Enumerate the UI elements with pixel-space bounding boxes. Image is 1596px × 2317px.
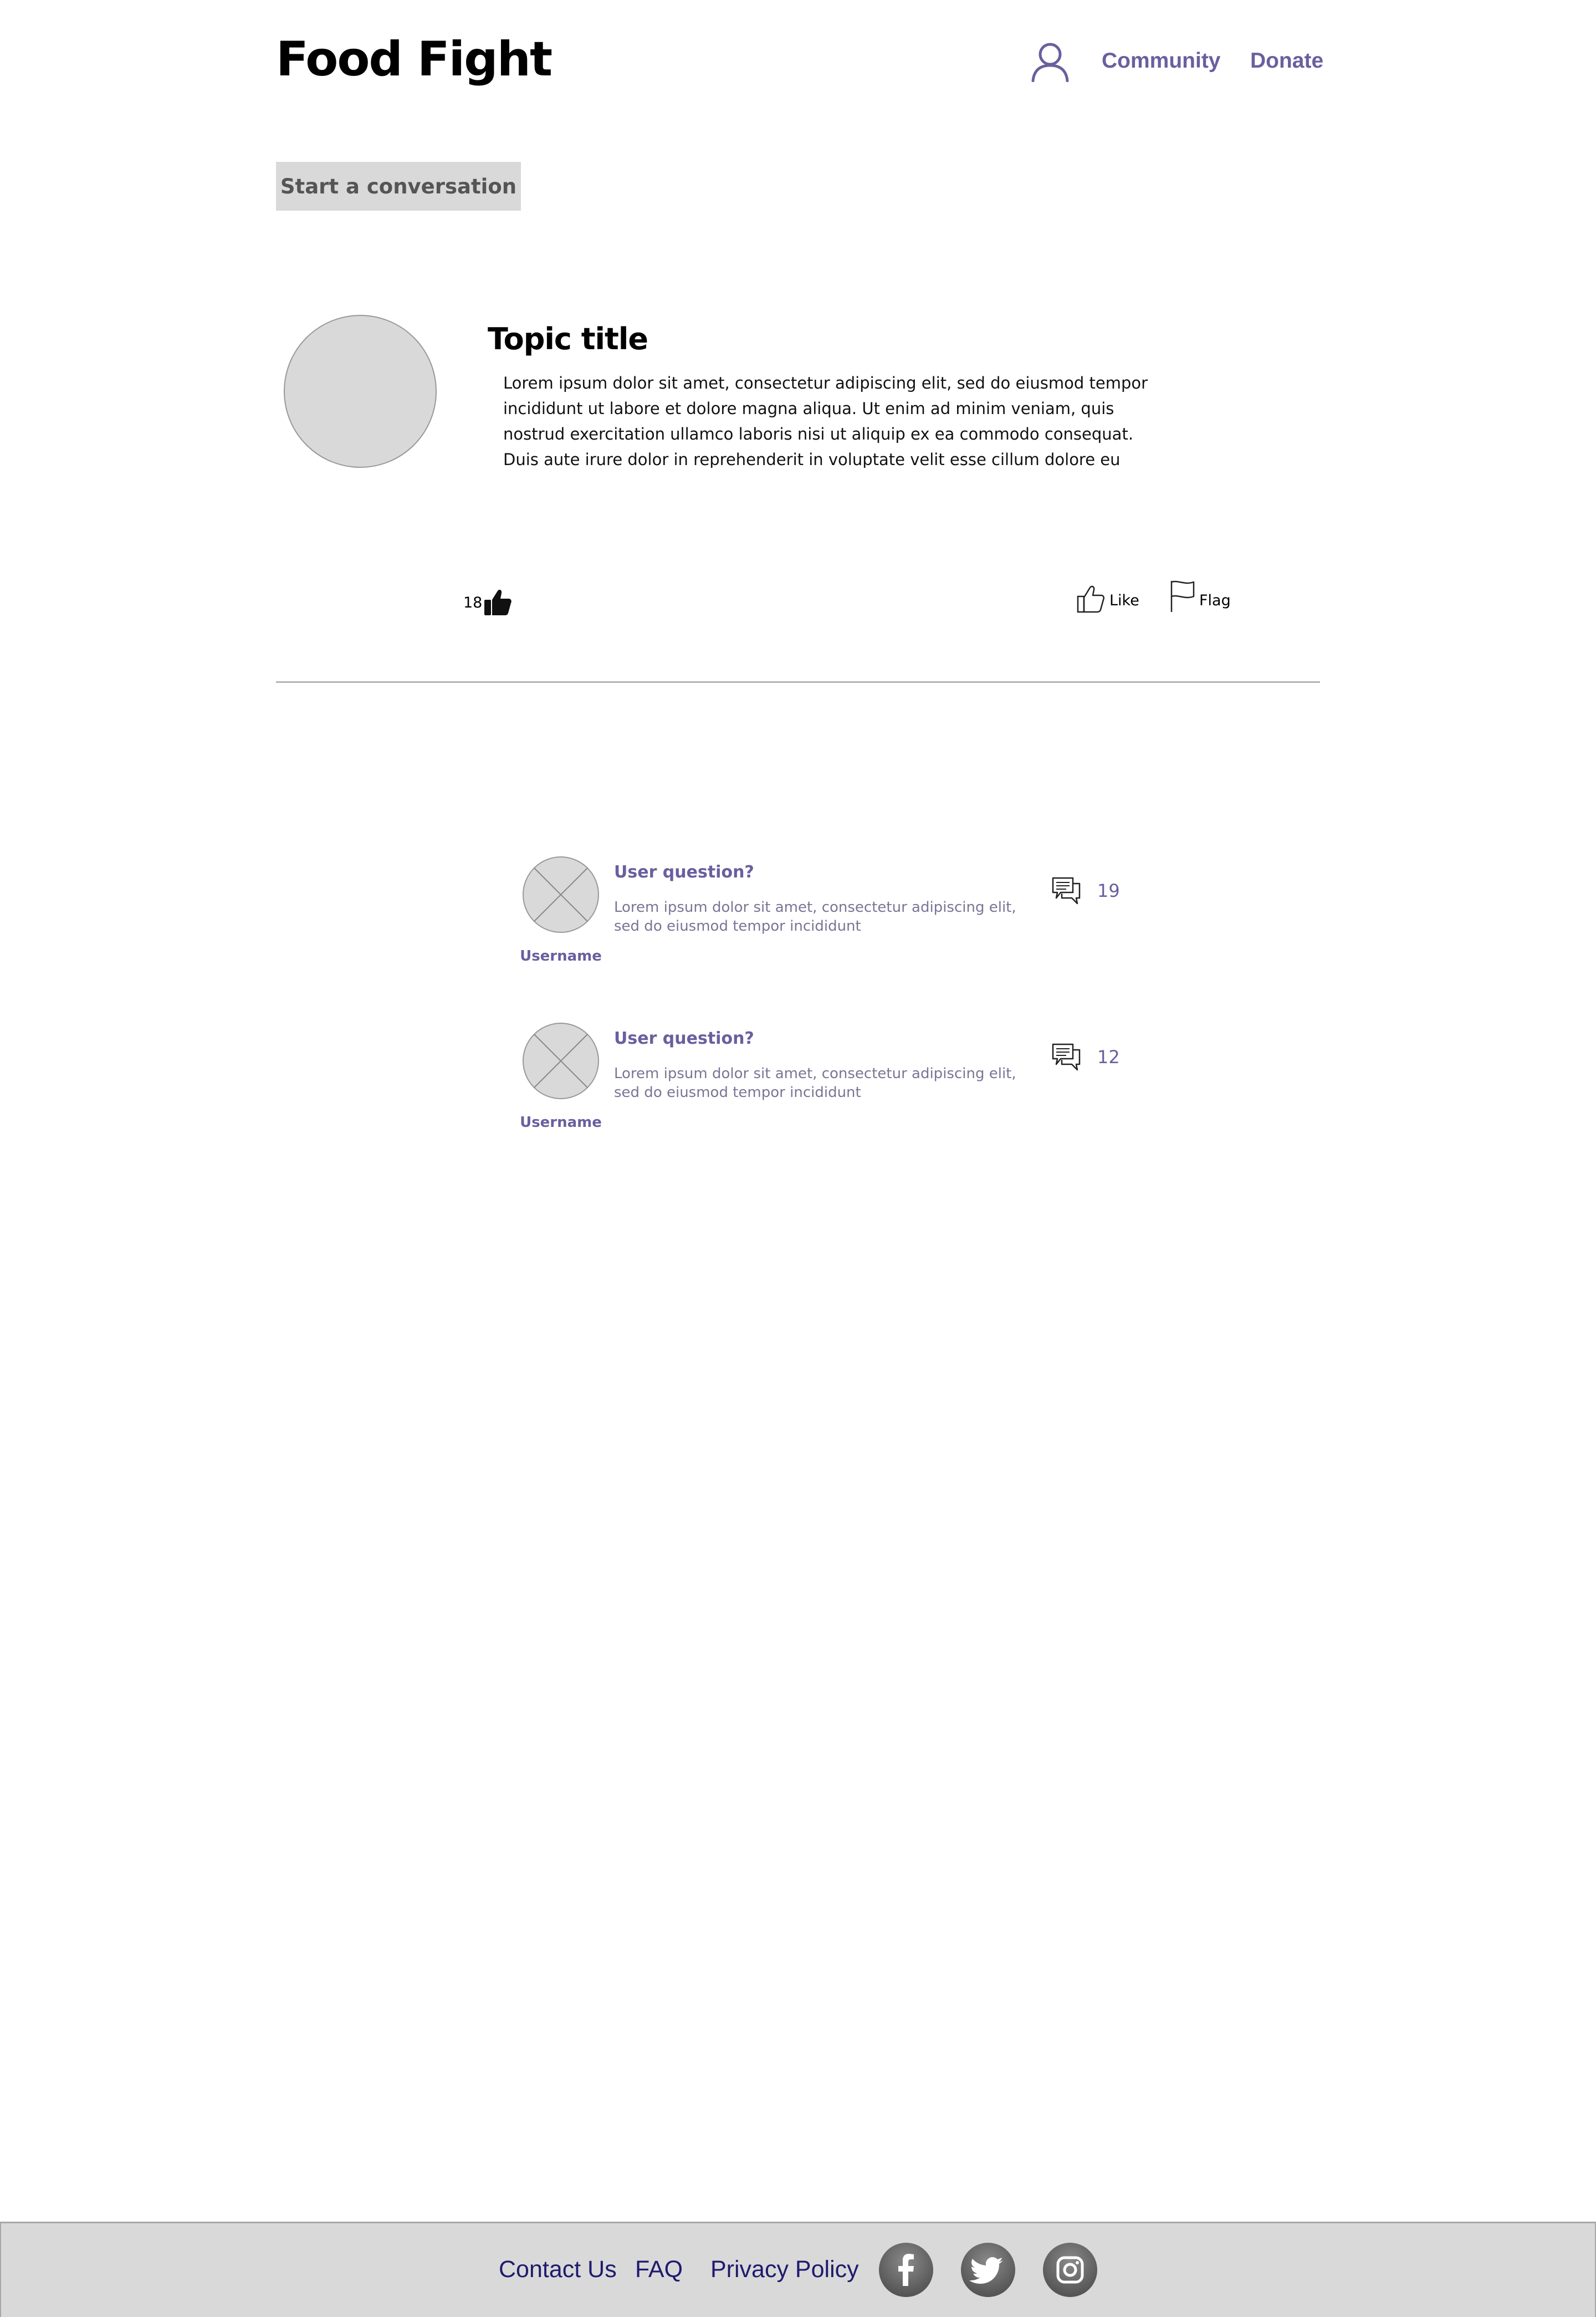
question-username[interactable]: Username [516,948,605,964]
topic-body: Lorem ipsum dolor sit amet, consectetur … [503,374,1148,468]
nav-donate-link[interactable]: Donate [1250,49,1323,73]
flag-icon[interactable] [1169,580,1196,613]
footer-privacy-link[interactable]: Privacy Policy [710,2256,859,2283]
question-title[interactable]: User question? [614,1029,754,1048]
nav-community-link[interactable]: Community [1102,49,1221,73]
question-username[interactable]: Username [516,1114,605,1131]
like-button[interactable]: Like [1109,592,1139,609]
site-logo[interactable]: Food Fight [276,29,553,90]
comment-count: 19 [1097,880,1120,901]
user-icon[interactable] [1031,41,1070,83]
facebook-icon[interactable] [879,2243,933,2297]
twitter-icon[interactable] [961,2243,1015,2297]
question-body: Lorem ipsum dolor sit amet, consectetur … [614,899,1016,935]
question-title[interactable]: User question? [614,863,754,882]
comment-icon[interactable] [1051,876,1082,906]
comment-icon[interactable] [1051,1042,1082,1072]
like-count: 18 [463,594,483,611]
instagram-icon[interactable] [1043,2243,1097,2297]
section-divider [276,681,1320,683]
comment-count: 12 [1097,1047,1120,1068]
thumbs-up-filled-icon [482,586,513,617]
flag-button[interactable]: Flag [1199,592,1231,609]
topic-image [284,315,437,468]
footer-faq-link[interactable]: FAQ [635,2256,683,2283]
user-avatar[interactable] [522,856,600,933]
start-conversation-button[interactable]: Start a conversation [276,162,521,211]
topic-title: Topic title [488,321,648,356]
thumbs-up-outline-icon[interactable] [1076,583,1106,614]
question-body: Lorem ipsum dolor sit amet, consectetur … [614,1065,1016,1101]
footer-contact-link[interactable]: Contact Us [499,2256,617,2283]
user-avatar[interactable] [522,1022,600,1100]
